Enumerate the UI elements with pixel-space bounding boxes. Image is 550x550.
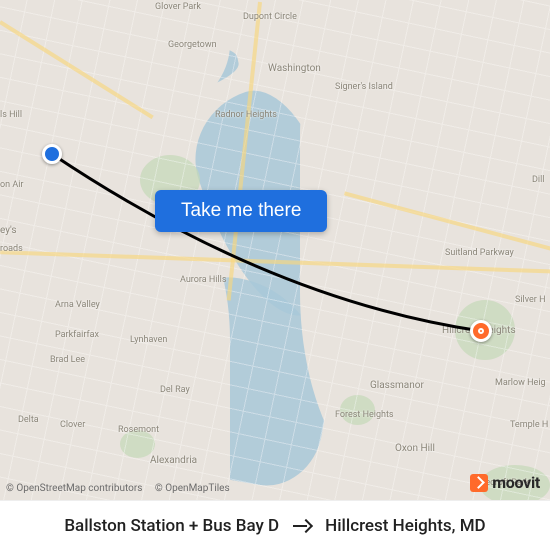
moovit-logo-text: moovit	[492, 473, 540, 492]
moovit-logo[interactable]: moovit	[470, 473, 540, 492]
origin-label: Ballston Station + Bus Bay D	[64, 516, 279, 536]
destination-label: Hillcrest Heights, MD	[325, 516, 486, 536]
attrib-omt[interactable]: © OpenMapTiles	[155, 483, 230, 494]
origin-marker[interactable]	[42, 144, 62, 164]
map-background	[0, 0, 550, 500]
map-attribution: © OpenStreetMap contributors © OpenMapTi…	[6, 483, 240, 494]
arrow-right-icon	[293, 519, 311, 533]
destination-marker[interactable]	[470, 320, 492, 342]
route-summary-strip: Ballston Station + Bus Bay D Hillcrest H…	[0, 500, 550, 550]
route-map-card: Dupont CircleGlover ParkGeorgetownWashin…	[0, 0, 550, 550]
take-me-there-button[interactable]: Take me there	[155, 190, 327, 232]
moovit-logo-icon	[470, 474, 488, 492]
map-canvas[interactable]: Dupont CircleGlover ParkGeorgetownWashin…	[0, 0, 550, 500]
attrib-osm[interactable]: © OpenStreetMap contributors	[6, 483, 142, 494]
